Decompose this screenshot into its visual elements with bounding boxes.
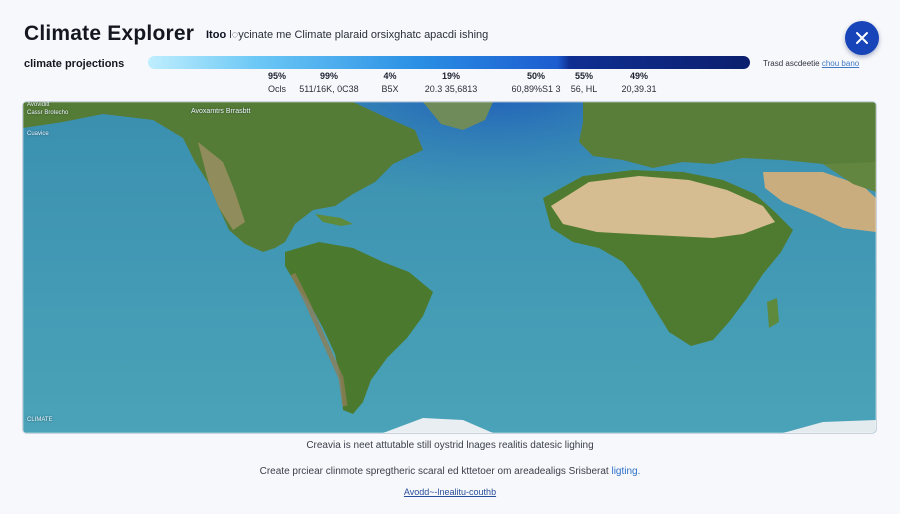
- caption-line-1: Creavia is neet attutable still oystrid …: [306, 440, 594, 451]
- subtitle-lead: Itoo: [206, 29, 227, 41]
- title-subtitle: Itoo l◌ycinate me Climate plaraid orsixg…: [206, 29, 488, 41]
- caption-line-2: Create prciear clinmote spregtheric scar…: [0, 466, 900, 477]
- stat-value: 20,39.31: [621, 84, 657, 94]
- projection-label: climate projections: [24, 58, 125, 70]
- caption-line-2-link[interactable]: ligting.: [611, 466, 640, 477]
- stat-percent: 4%: [383, 71, 397, 81]
- stat-item: 99% 511/16K, 0C38: [298, 71, 360, 94]
- map-tag: Cassr Brotecho: [27, 110, 69, 116]
- subtitle-rest: l◌ycinate me Climate plaraid orsixghatc …: [226, 29, 489, 41]
- map-tag: CLIMATE: [27, 417, 53, 423]
- stat-value: Ocls: [268, 84, 286, 94]
- stat-item: 49% 20,39.31: [612, 71, 666, 94]
- close-icon: [856, 32, 868, 44]
- stat-value: 56, HL: [570, 84, 598, 94]
- stat-percent: 49%: [629, 71, 648, 81]
- stat-item: 55% 56, HL: [564, 71, 604, 94]
- legend-note-text: Trasd ascdeetie: [763, 59, 820, 68]
- stat-value: 60,89%S1 3: [511, 84, 561, 94]
- header: Climate Explorer Itoo l◌ycinate me Clima…: [24, 22, 876, 52]
- stat-percent: 95%: [267, 71, 286, 81]
- legend-note: Trasd ascdeetie chou bano: [763, 59, 859, 68]
- stat-percent: 99%: [319, 71, 338, 81]
- stat-item: 50% 60,89%S1 3: [506, 71, 566, 94]
- legend-note-link[interactable]: chou bano: [822, 59, 859, 68]
- stat-value: 511/16K, 0C38: [299, 84, 359, 94]
- app-title: Climate Explorer: [24, 22, 195, 45]
- map-tag: Avoxamtrs Brrasbtt: [191, 108, 251, 115]
- world-map[interactable]: Avoviditt Cassr Brotecho Cuavice Avoxamt…: [23, 102, 876, 433]
- stat-value: B5X: [381, 84, 399, 94]
- stat-percent: 55%: [574, 71, 593, 81]
- stat-value: 20.3 35,6813: [424, 84, 478, 94]
- close-button[interactable]: [845, 21, 879, 55]
- footer-link[interactable]: Avodd~-lnealitu-couthb: [0, 487, 900, 497]
- projection-scale-bar: [148, 56, 750, 69]
- stat-percent: 50%: [526, 71, 545, 81]
- caption-line-2-text: Create prciear clinmote spregtheric scar…: [259, 466, 609, 477]
- world-map-graphic: [23, 102, 876, 433]
- stat-item: 4% B5X: [370, 71, 410, 94]
- stat-percent: 19%: [441, 71, 460, 81]
- stat-item: 19% 20.3 35,6813: [418, 71, 484, 94]
- map-tag: Cuavice: [27, 131, 49, 137]
- stat-item: 95% Ocls: [252, 71, 302, 94]
- map-tag: Avoviditt: [27, 102, 50, 108]
